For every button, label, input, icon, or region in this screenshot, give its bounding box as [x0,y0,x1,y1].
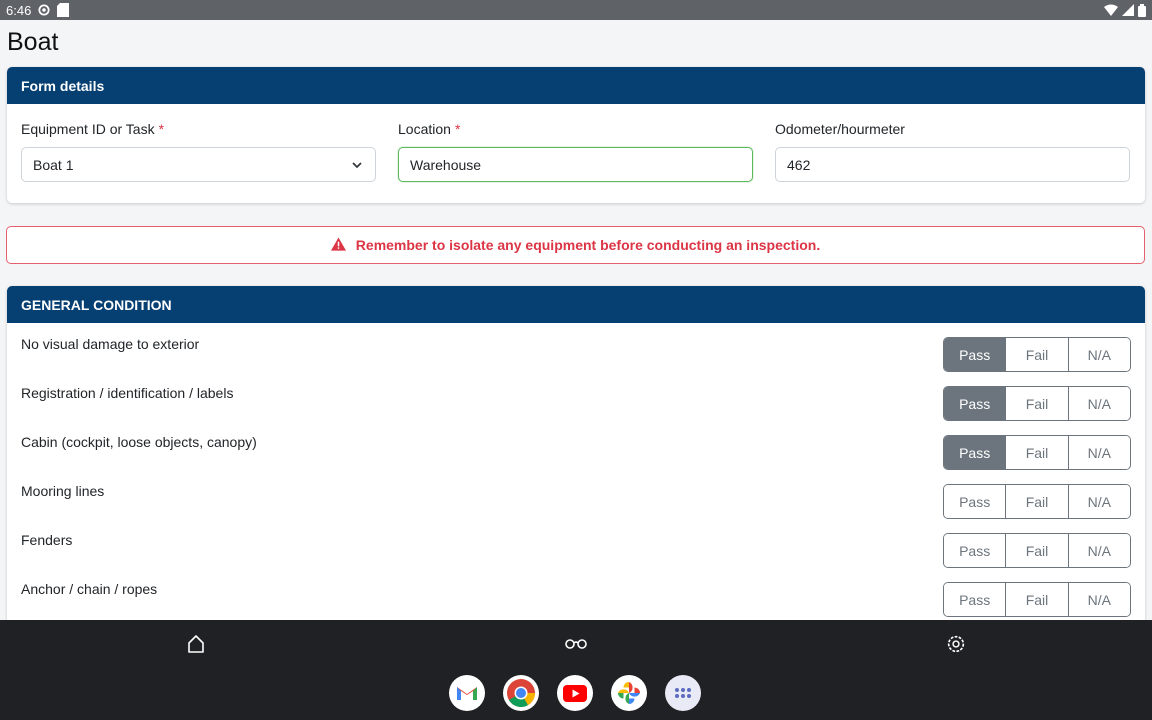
signal-icon [1122,4,1134,16]
app-drawer-icon[interactable] [665,675,701,711]
na-button[interactable]: N/A [1068,338,1130,371]
equipment-value: Boat 1 [33,156,74,173]
pass-fail-na-group: Pass Fail N/A [943,582,1131,617]
general-condition-header: GENERAL CONDITION [7,286,1145,323]
general-condition-card: GENERAL CONDITION No visual damage to ex… [7,286,1145,626]
na-button[interactable]: N/A [1068,583,1130,616]
condition-label: Anchor / chain / ropes [21,581,158,597]
pass-button[interactable]: Pass [944,436,1007,469]
condition-row: No visual damage to exterior Pass Fail N/A [7,323,1145,372]
condition-row: Mooring lines Pass Fail N/A [7,470,1145,519]
location-label: Location * [398,121,461,137]
na-button[interactable]: N/A [1068,387,1130,420]
condition-row: Fenders Pass Fail N/A [7,519,1145,568]
home-icon[interactable] [184,632,208,656]
odometer-value: 462 [787,156,811,173]
form-details-card: Form details Equipment ID or Task * Boat … [7,67,1145,203]
app-dock [449,675,701,711]
equipment-label: Equipment ID or Task * [21,121,165,137]
condition-label: Mooring lines [21,483,105,499]
form-details-header: Form details [7,67,1145,104]
na-button[interactable]: N/A [1068,485,1130,518]
wifi-icon [1104,4,1118,16]
sim-card-icon [57,3,70,17]
isolation-alert: Remember to isolate any equipment before… [6,226,1145,264]
page-title: Boat [7,28,59,56]
glasses-icon[interactable] [564,632,588,656]
fail-button[interactable]: Fail [1006,485,1069,518]
fail-button[interactable]: Fail [1006,436,1069,469]
condition-row: Cabin (cockpit, loose objects, canopy) Pa… [7,421,1145,470]
pass-fail-na-group: Pass Fail N/A [943,337,1131,372]
status-bar: 6:46 [0,0,1152,20]
photos-app-icon[interactable] [611,675,647,711]
alert-text: Remember to isolate any equipment before… [355,237,821,253]
navigation-bar [0,620,1152,720]
pass-button[interactable]: Pass [944,583,1007,616]
condition-row: Anchor / chain / ropes Pass Fail N/A [7,568,1145,617]
na-button[interactable]: N/A [1068,534,1130,567]
odometer-label: Odometer/hourmeter [775,121,905,137]
location-value: Warehouse [410,156,482,173]
na-button[interactable]: N/A [1068,436,1130,469]
location-field: Location * Warehouse [398,121,753,182]
equipment-field: Equipment ID or Task * Boat 1 [21,121,376,182]
battery-icon [1138,3,1146,17]
chevron-down-icon [351,158,363,174]
fail-button[interactable]: Fail [1006,583,1069,616]
location-input[interactable]: Warehouse [398,147,753,182]
condition-row: Registration / identification / labels Pa… [7,372,1145,421]
gear-icon [37,3,51,17]
pass-button[interactable]: Pass [944,338,1007,371]
warning-icon [330,236,346,254]
chrome-app-icon[interactable] [503,675,539,711]
fail-button[interactable]: Fail [1006,338,1069,371]
fail-button[interactable]: Fail [1006,387,1069,420]
pass-fail-na-group: Pass Fail N/A [943,386,1131,421]
gmail-app-icon[interactable] [449,675,485,711]
pass-button[interactable]: Pass [944,387,1007,420]
odometer-input[interactable]: 462 [775,147,1130,182]
pass-fail-na-group: Pass Fail N/A [943,533,1131,568]
pass-button[interactable]: Pass [944,534,1007,567]
condition-label: No visual damage to exterior [21,336,200,352]
settings-icon[interactable] [944,632,968,656]
status-time: 6:46 [6,2,32,18]
condition-label: Cabin (cockpit, loose objects, canopy) [21,434,257,450]
youtube-app-icon[interactable] [557,675,593,711]
condition-label: Registration / identification / labels [21,385,234,401]
odometer-field: Odometer/hourmeter 462 [775,121,1130,182]
pass-fail-na-group: Pass Fail N/A [943,484,1131,519]
condition-label: Fenders [21,532,73,548]
pass-fail-na-group: Pass Fail N/A [943,435,1131,470]
fail-button[interactable]: Fail [1006,534,1069,567]
equipment-select[interactable]: Boat 1 [21,147,376,182]
pass-button[interactable]: Pass [944,485,1007,518]
